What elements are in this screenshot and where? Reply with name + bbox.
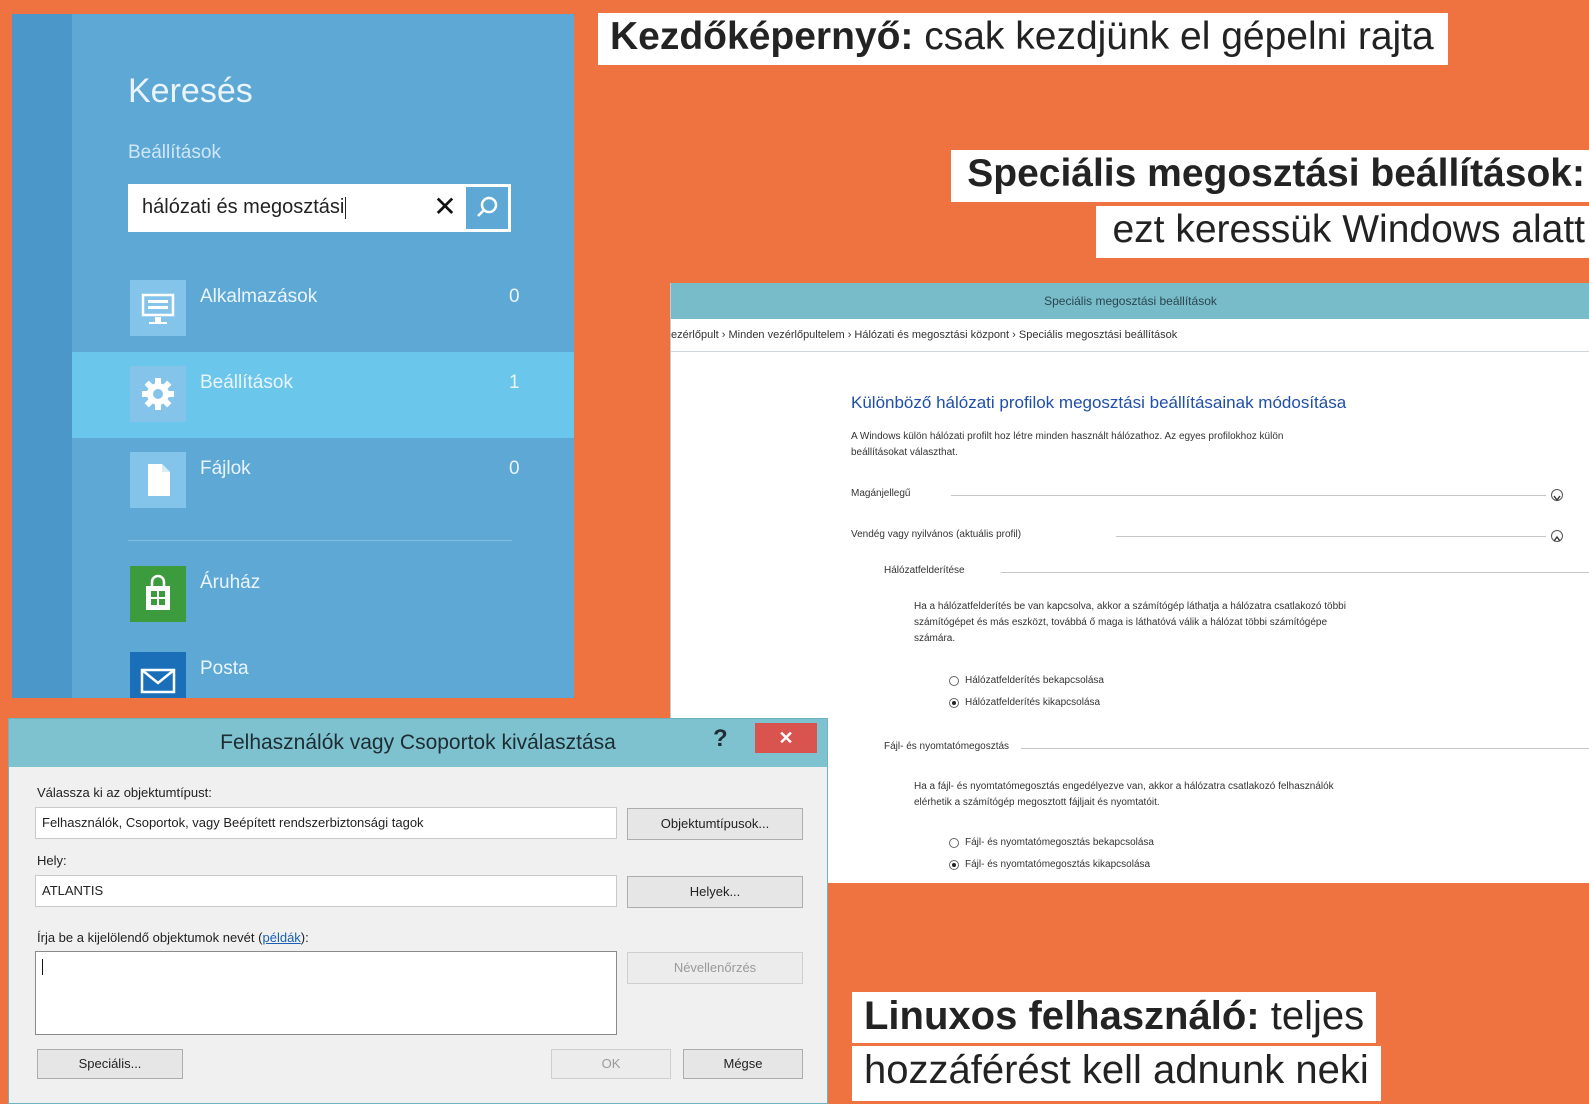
file-print-desc-1: Ha a fájl- és nyomtatómegosztás engedély…: [914, 781, 1334, 792]
help-button[interactable]: ?: [713, 725, 728, 753]
search-input[interactable]: hálózati és megosztási: [142, 196, 347, 219]
file-print-title: Fájl- és nyomtatómegosztás: [884, 741, 1010, 752]
chevron-down-icon[interactable]: [1551, 489, 1563, 502]
caption-text: ezt keressük Windows alatt: [1112, 208, 1585, 251]
caption-text: csak kezdjünk el gépelni rajta: [913, 15, 1434, 58]
search-button[interactable]: [466, 187, 508, 229]
result-row-fajlok[interactable]: Fájlok 0: [72, 438, 574, 524]
store-bag-icon: [130, 566, 186, 622]
advanced-button[interactable]: Speciális...: [37, 1049, 183, 1079]
app-row-aruhaz[interactable]: Áruház: [72, 552, 574, 638]
gear-icon: [130, 366, 186, 422]
mail-envelope-icon: [130, 652, 186, 698]
discovery-desc-1: Ha a hálózatfelderítés be van kapcsolva,…: [914, 601, 1346, 612]
file-print-on-radio[interactable]: [949, 838, 959, 848]
result-label: Alkalmazások: [200, 286, 318, 307]
close-button[interactable]: ✕: [755, 723, 817, 753]
result-row-beallitasok[interactable]: Beállítások 1: [72, 352, 574, 438]
intro-text-1: A Windows külön hálózati profilt hoz lét…: [851, 431, 1284, 442]
divider: [1021, 748, 1589, 749]
dialog-titlebar: Felhasználók vagy Csoportok kiválasztása…: [9, 719, 827, 767]
location-field: ATLANTIS: [35, 875, 617, 907]
text-caret: [42, 959, 43, 975]
clear-icon[interactable]: ✕: [430, 190, 460, 223]
caption-bold: Kezdőképernyő:: [610, 15, 914, 58]
divider: [1116, 536, 1546, 537]
page-heading: Különböző hálózati profilok megosztási b…: [851, 393, 1347, 412]
search-scope-label[interactable]: Beállítások: [128, 142, 221, 164]
window-title: Speciális megosztási beállítások: [1044, 294, 1217, 308]
keyboard-monitor-icon: [130, 280, 186, 336]
result-count: 1: [509, 372, 520, 393]
caption-bold: Linuxos felhasználó:: [864, 994, 1260, 1038]
result-label: Beállítások: [200, 372, 293, 393]
names-label: Írja be a kijelölendő objektumok nevét (…: [37, 930, 309, 945]
examples-link[interactable]: példák: [262, 930, 300, 945]
chevron-up-icon[interactable]: [1551, 530, 1563, 542]
ok-button[interactable]: OK: [551, 1049, 671, 1079]
search-icon: [477, 196, 498, 217]
discovery-title: Hálózatfelderítése: [884, 565, 965, 576]
object-types-button[interactable]: Objektumtípusok...: [627, 808, 803, 840]
divider: [128, 540, 512, 541]
objtype-field: Felhasználók, Csoportok, vagy Beépített …: [35, 807, 617, 839]
search-box[interactable]: hálózati és megosztási ✕: [128, 184, 511, 232]
caption-text: teljes: [1259, 994, 1365, 1038]
discovery-desc-2: számítógépet és más eszközt, továbbá ő m…: [914, 617, 1328, 628]
app-label: Posta: [200, 658, 249, 679]
result-row-alkalmazasok[interactable]: Alkalmazások 0: [72, 266, 574, 352]
file-print-on-label[interactable]: Fájl- és nyomtatómegosztás bekapcsolása: [965, 835, 1154, 851]
breadcrumb[interactable]: ezérlőpult › Minden vezérlőpultelem › Há…: [671, 319, 1589, 352]
caption-special-settings: Speciális megosztási beállítások:: [951, 150, 1589, 202]
file-print-off-label[interactable]: Fájl- és nyomtatómegosztás kikapcsolása: [965, 857, 1150, 873]
caption-start-screen: Kezdőképernyő: csak kezdjünk el gépelni …: [598, 13, 1448, 65]
discovery-on-label[interactable]: Hálózatfelderítés bekapcsolása: [965, 673, 1104, 689]
profile-private-label[interactable]: Magánjellegű: [851, 486, 911, 502]
dialog-title: Felhasználók vagy Csoportok kiválasztása: [220, 731, 616, 754]
divider: [951, 495, 1546, 496]
select-users-dialog: Felhasználók vagy Csoportok kiválasztása…: [8, 718, 828, 1104]
caption-text: hozzáférést kell adnunk neki: [864, 1048, 1369, 1092]
document-icon: [130, 452, 186, 508]
file-print-off-radio[interactable]: [949, 860, 959, 870]
intro-text-2: beállításokat választhat.: [851, 447, 958, 458]
check-names-button[interactable]: Névellenőrzés: [627, 952, 803, 984]
app-label: Áruház: [200, 572, 261, 593]
search-charm-panel: Keresés Beállítások hálózati és megosztá…: [12, 14, 574, 698]
file-print-desc-2: elérhetik a számítógép megosztott fájlja…: [914, 797, 1160, 808]
discovery-on-radio[interactable]: [949, 676, 959, 686]
discovery-off-label[interactable]: Hálózatfelderítés kikapcsolása: [965, 695, 1100, 711]
search-title: Keresés: [128, 72, 253, 110]
app-row-posta[interactable]: Posta: [72, 638, 574, 698]
location-label: Hely:: [37, 853, 67, 868]
result-count: 0: [509, 458, 520, 479]
object-names-input[interactable]: [35, 951, 617, 1035]
divider: [1001, 572, 1589, 573]
caption-linux-user: Linuxos felhasználó: teljes: [852, 992, 1377, 1043]
window-titlebar: Speciális megosztási beállítások: [671, 283, 1589, 319]
charm-left-strip: [12, 14, 72, 698]
text-caret: [345, 196, 347, 219]
cancel-button[interactable]: Mégse: [683, 1049, 803, 1079]
caption-special-settings-2: ezt keressük Windows alatt: [1096, 206, 1589, 258]
discovery-off-radio[interactable]: [949, 698, 959, 708]
objtype-label: Válassza ki az objektumtípust:: [37, 785, 212, 800]
locations-button[interactable]: Helyek...: [627, 876, 803, 908]
search-query: hálózati és megosztási: [142, 196, 345, 218]
profile-guest-label[interactable]: Vendég vagy nyilvános (aktuális profil): [851, 527, 1021, 543]
caption-linux-user-2: hozzáférést kell adnunk neki: [852, 1046, 1381, 1101]
result-label: Fájlok: [200, 458, 251, 479]
result-count: 0: [509, 286, 520, 307]
names-label-text: Írja be a kijelölendő objektumok nevét: [37, 930, 255, 945]
discovery-desc-3: számára.: [914, 633, 956, 644]
caption-bold: Speciális megosztási beállítások:: [967, 152, 1585, 195]
